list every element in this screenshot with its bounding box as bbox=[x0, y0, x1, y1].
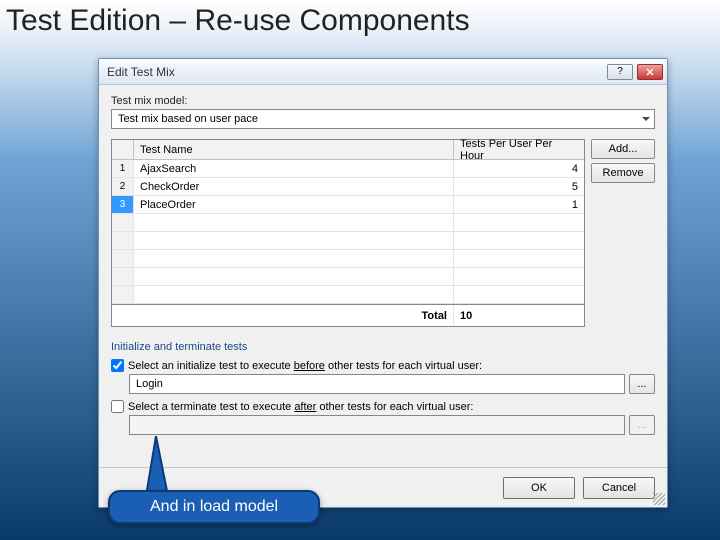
initialize-test-value: Login bbox=[136, 378, 163, 390]
table-row-empty: . bbox=[112, 232, 584, 250]
cancel-button[interactable]: Cancel bbox=[583, 477, 655, 499]
terminate-test-input bbox=[129, 415, 625, 435]
table-row-empty: . bbox=[112, 286, 584, 304]
initialize-input-row: Login ... bbox=[129, 374, 655, 394]
initialize-browse-button[interactable]: ... bbox=[629, 374, 655, 394]
titlebar: Edit Test Mix ? bbox=[99, 59, 667, 85]
test-grid[interactable]: Test Name Tests Per User Per Hour 1 Ajax… bbox=[111, 139, 585, 327]
row-number: 3 bbox=[112, 196, 134, 213]
row-test-name: CheckOrder bbox=[134, 178, 454, 195]
initialize-label: Select an initialize test to execute bef… bbox=[128, 360, 482, 372]
close-button[interactable] bbox=[637, 64, 663, 80]
table-row-empty: . bbox=[112, 214, 584, 232]
row-test-name: PlaceOrder bbox=[134, 196, 454, 213]
ok-button[interactable]: OK bbox=[503, 477, 575, 499]
terminate-checkbox[interactable] bbox=[111, 400, 124, 413]
terminate-check-row: Select a terminate test to execute after… bbox=[111, 400, 655, 413]
initialize-test-input[interactable]: Login bbox=[129, 374, 625, 394]
help-button[interactable]: ? bbox=[607, 64, 633, 80]
resize-grip-icon[interactable] bbox=[653, 493, 665, 505]
mix-row: Test Name Tests Per User Per Hour 1 Ajax… bbox=[111, 139, 655, 327]
grid-side-buttons: Add... Remove bbox=[591, 139, 655, 327]
add-button[interactable]: Add... bbox=[591, 139, 655, 159]
table-row[interactable]: 2 CheckOrder 5 bbox=[112, 178, 584, 196]
row-number: 1 bbox=[112, 160, 134, 177]
grid-header: Test Name Tests Per User Per Hour bbox=[112, 140, 584, 160]
remove-button[interactable]: Remove bbox=[591, 163, 655, 183]
dialog-body: Test mix model: Test mix based on user p… bbox=[99, 85, 667, 467]
row-test-value: 5 bbox=[454, 178, 584, 195]
dropdown-value: Test mix based on user pace bbox=[118, 113, 258, 125]
slide: Test Edition – Re-use Components Edit Te… bbox=[0, 0, 720, 540]
table-row-empty: . bbox=[112, 250, 584, 268]
row-test-value: 4 bbox=[454, 160, 584, 177]
grid-total-label: Total bbox=[112, 305, 454, 326]
grid-total-row: Total 10 bbox=[112, 304, 584, 326]
grid-total-value: 10 bbox=[454, 305, 584, 326]
table-row[interactable]: 3 PlaceOrder 1 bbox=[112, 196, 584, 214]
callout-tail bbox=[138, 436, 178, 496]
terminate-input-row: ... bbox=[129, 415, 655, 435]
init-terminate-section-label: Initialize and terminate tests bbox=[111, 341, 655, 353]
terminate-label: Select a terminate test to execute after… bbox=[128, 401, 473, 413]
initialize-check-row: Select an initialize test to execute bef… bbox=[111, 359, 655, 372]
slide-title: Test Edition – Re-use Components bbox=[6, 4, 470, 38]
row-test-value: 1 bbox=[454, 196, 584, 213]
row-test-name: AjaxSearch bbox=[134, 160, 454, 177]
test-mix-model-label: Test mix model: bbox=[111, 95, 655, 107]
titlebar-buttons: ? bbox=[607, 64, 663, 80]
annotation-callout: And in load model bbox=[108, 490, 320, 524]
grid-header-tests: Tests Per User Per Hour bbox=[454, 140, 584, 159]
edit-test-mix-dialog: Edit Test Mix ? Test mix model: Test mix… bbox=[98, 58, 668, 508]
table-row[interactable]: 1 AjaxSearch 4 bbox=[112, 160, 584, 178]
terminate-browse-button: ... bbox=[629, 415, 655, 435]
grid-header-rownum bbox=[112, 140, 134, 159]
grid-header-name: Test Name bbox=[134, 140, 454, 159]
test-grid-area: Test Name Tests Per User Per Hour 1 Ajax… bbox=[111, 139, 585, 327]
window-title: Edit Test Mix bbox=[107, 65, 175, 79]
close-icon bbox=[646, 68, 654, 76]
table-row-empty: . bbox=[112, 268, 584, 286]
initialize-checkbox[interactable] bbox=[111, 359, 124, 372]
row-number: 2 bbox=[112, 178, 134, 195]
test-mix-model-dropdown[interactable]: Test mix based on user pace bbox=[111, 109, 655, 129]
